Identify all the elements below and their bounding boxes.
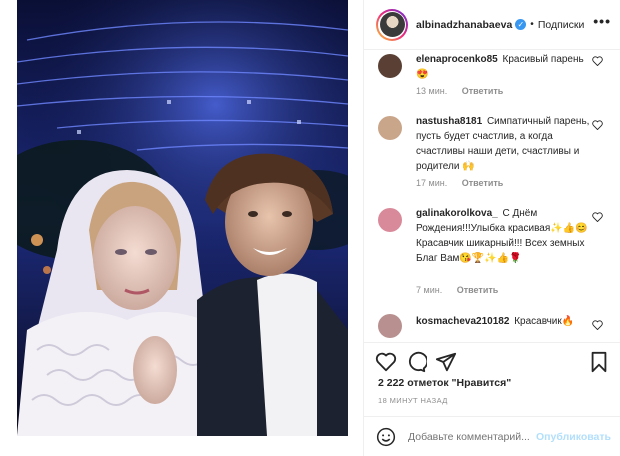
comment-username[interactable]: elenaprocenko85: [416, 54, 498, 65]
commenter-avatar[interactable]: [378, 116, 402, 140]
commenter-avatar[interactable]: [378, 208, 402, 232]
comment-like-heart-icon[interactable]: [592, 212, 603, 222]
author-avatar[interactable]: [376, 8, 408, 41]
comment-meta: 13 мин. Ответить: [416, 86, 515, 96]
more-options-icon[interactable]: •••: [593, 13, 611, 29]
heart-icon[interactable]: [375, 351, 397, 373]
post-timestamp[interactable]: 18 МИНУТ НАЗАД: [378, 396, 448, 405]
author-username[interactable]: albinadzhanabaeva: [416, 19, 512, 31]
comment-reply-button[interactable]: Ответить: [462, 86, 504, 96]
author-avatar-frame: [378, 10, 406, 39]
comment-meta: 7 мин. Ответить: [416, 285, 510, 295]
verified-badge-icon: ✓: [515, 19, 527, 30]
comment-body: galinakorolkova_ С Днём Рождения!!!Улыбк…: [416, 206, 592, 266]
add-comment-bar: Опубликовать: [364, 416, 620, 456]
smiley-icon[interactable]: [376, 427, 396, 447]
comment-reply-button[interactable]: Ответить: [462, 178, 504, 188]
comment-time: 17 мин.: [416, 178, 448, 188]
follow-status-button[interactable]: Подписки: [538, 19, 585, 31]
author-avatar-image: [379, 12, 405, 37]
header-separator: •: [530, 19, 534, 30]
comment-like-heart-icon[interactable]: [592, 120, 603, 130]
comment-like-heart-icon[interactable]: [592, 320, 603, 330]
publish-button[interactable]: Опубликовать: [536, 431, 611, 443]
share-icon[interactable]: [435, 351, 457, 373]
comment-like-heart-icon[interactable]: [592, 56, 603, 66]
comment-username[interactable]: galinakorolkova_: [416, 208, 498, 219]
selfie-photo: [17, 0, 348, 436]
comments-list[interactable]: elenaprocenko85 Красивый парень 😍 13 мин…: [364, 50, 620, 342]
bookmark-icon[interactable]: [588, 351, 610, 373]
comment-text: Красавчик🔥: [514, 316, 575, 327]
comment-input[interactable]: [408, 431, 538, 443]
comment-body: nastusha8181 Симпатичный парень, пусть б…: [416, 114, 592, 174]
instagram-post: albinadzhanabaeva ✓ • Подписки ••• elena…: [17, 0, 620, 456]
post-photo[interactable]: [17, 0, 348, 436]
comment-body: elenaprocenko85 Красивый парень 😍: [416, 52, 592, 82]
comment-icon[interactable]: [405, 351, 427, 373]
post-header: albinadzhanabaeva ✓ • Подписки •••: [364, 0, 620, 50]
comment-username[interactable]: nastusha8181: [416, 116, 482, 127]
comment-body: kosmacheva210182 Красавчик🔥: [416, 314, 592, 329]
commenter-avatar[interactable]: [378, 314, 402, 338]
comment-time: 13 мин.: [416, 86, 448, 96]
comment-username[interactable]: kosmacheva210182: [416, 316, 509, 327]
post-side-panel: albinadzhanabaeva ✓ • Подписки ••• elena…: [363, 0, 620, 456]
comment-reply-button[interactable]: Ответить: [457, 285, 499, 295]
commenter-avatar[interactable]: [378, 54, 402, 78]
comment-time: 7 мин.: [416, 285, 443, 295]
comment-meta: 17 мин. Ответить: [416, 178, 515, 188]
likes-count[interactable]: 2 222 отметок "Нравится": [378, 377, 511, 389]
post-actions-bar: [364, 342, 620, 382]
